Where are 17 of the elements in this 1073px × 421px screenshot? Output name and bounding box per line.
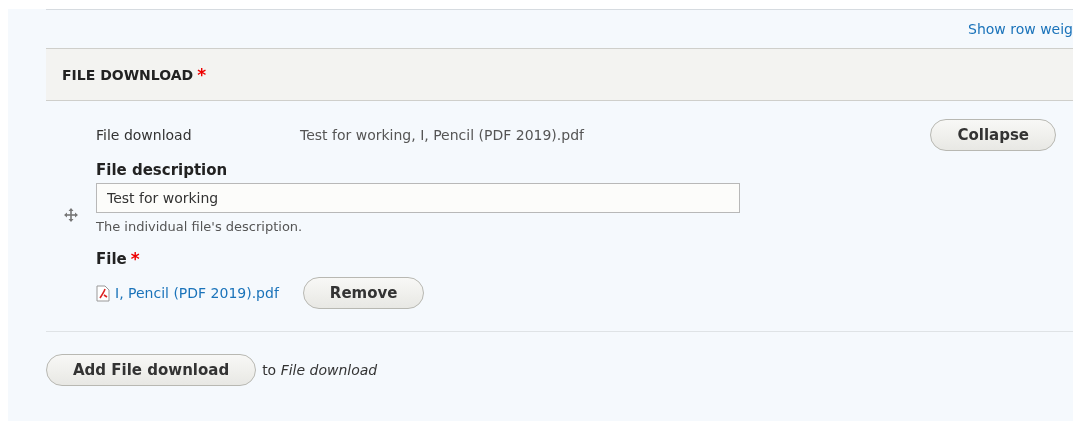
- collapse-button[interactable]: Collapse: [930, 119, 1056, 151]
- show-row-weights-link[interactable]: Show row weig: [968, 21, 1073, 37]
- field-label: File description: [96, 161, 228, 179]
- file-link[interactable]: I, Pencil (PDF 2019).pdf: [115, 285, 279, 301]
- add-file-download-button[interactable]: Add File download: [46, 354, 257, 386]
- pdf-file-icon: [96, 284, 110, 302]
- add-target-text: to File download: [262, 362, 378, 378]
- drag-handle-icon[interactable]: [64, 208, 78, 222]
- section-title: FILE DOWNLOAD: [62, 66, 194, 83]
- item-summary: Test for working, I, Pencil (PDF 2019).pdf: [300, 127, 586, 143]
- required-asterisk: *: [130, 249, 140, 269]
- description-field[interactable]: Test for working: [96, 183, 740, 213]
- field-label: File: [96, 250, 127, 268]
- field-help-text: The individual file's description.: [96, 219, 303, 234]
- required-asterisk: *: [197, 64, 207, 85]
- remove-button[interactable]: Remove: [302, 277, 425, 309]
- item-label: File download: [96, 127, 193, 143]
